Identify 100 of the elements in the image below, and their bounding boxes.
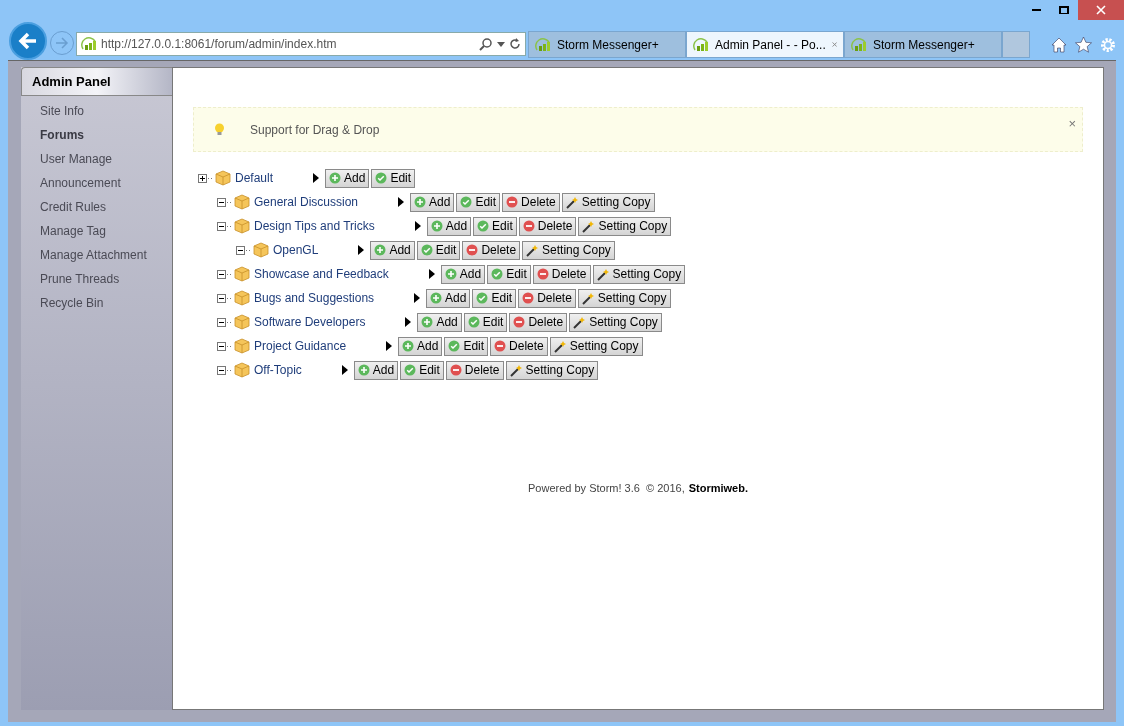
signal-bars-icon: [81, 37, 97, 51]
delete-button[interactable]: Delete: [445, 360, 504, 380]
plus-icon: [414, 196, 427, 208]
collapse-icon[interactable]: [217, 365, 232, 375]
collapse-icon[interactable]: [217, 341, 232, 351]
add-button[interactable]: Add: [417, 312, 462, 332]
forum-link[interactable]: Software Developers: [254, 313, 366, 331]
copy-button[interactable]: Setting Copy: [578, 216, 672, 236]
collapse-icon[interactable]: [217, 293, 232, 303]
sidebar-item[interactable]: Manage Attachment: [21, 243, 172, 267]
caret-icon[interactable]: [313, 173, 320, 183]
caret-icon[interactable]: [414, 293, 421, 303]
copy-button[interactable]: Setting Copy: [522, 240, 615, 260]
add-button[interactable]: Add: [325, 168, 370, 188]
footer-link[interactable]: Stormiweb.: [688, 480, 748, 497]
edit-button[interactable]: Edit: [416, 240, 461, 260]
add-button[interactable]: Add: [370, 240, 415, 260]
delete-button[interactable]: Delete: [518, 288, 576, 308]
delete-button[interactable]: Delete: [462, 240, 521, 260]
package-icon: [234, 362, 250, 378]
edit-button[interactable]: Edit: [371, 168, 416, 188]
search-icon[interactable]: [479, 37, 493, 51]
collapse-icon[interactable]: [217, 221, 232, 231]
forum-link[interactable]: Default: [235, 169, 274, 187]
browser-tab[interactable]: Storm Messenger+: [528, 31, 686, 58]
edit-button[interactable]: Edit: [487, 264, 531, 284]
refresh-icon[interactable]: [509, 38, 521, 50]
caret-icon[interactable]: [386, 341, 393, 351]
expand-icon[interactable]: [198, 173, 213, 183]
collapse-icon[interactable]: [217, 269, 232, 279]
delete-button[interactable]: Delete: [490, 336, 548, 356]
sidebar-item[interactable]: Prune Threads: [21, 267, 172, 291]
collapse-icon[interactable]: [217, 317, 232, 327]
forum-link[interactable]: Off-Topic: [254, 361, 302, 379]
edit-button[interactable]: Edit: [472, 288, 517, 308]
forum-link[interactable]: Design Tips and Tricks: [254, 217, 375, 235]
magic-wand-icon: [553, 339, 567, 353]
address-bar[interactable]: http://127.0.0.1:8061/forum/admin/index.htm: [76, 32, 526, 56]
sidebar-item[interactable]: Recycle Bin: [21, 291, 172, 315]
magic-wand-icon: [582, 219, 596, 233]
caret-icon[interactable]: [414, 221, 421, 231]
check-icon: [476, 292, 489, 304]
minus-icon: [494, 340, 507, 352]
edit-button[interactable]: Edit: [473, 216, 517, 236]
plus-icon: [329, 172, 342, 184]
copy-button[interactable]: Setting Copy: [592, 264, 686, 284]
package-icon: [234, 266, 250, 282]
browser-tab[interactable]: Storm Messenger+: [844, 31, 1002, 58]
sidebar-item[interactable]: Site Info: [21, 99, 172, 123]
add-button[interactable]: Add: [410, 192, 455, 212]
edit-button[interactable]: Edit: [444, 336, 489, 356]
minus-icon: [466, 244, 479, 256]
copy-button[interactable]: Setting Copy: [549, 336, 643, 356]
collapse-icon[interactable]: [217, 197, 232, 207]
back-button[interactable]: [9, 22, 47, 60]
minus-icon: [522, 220, 535, 232]
delete-button[interactable]: Delete: [502, 192, 560, 212]
close-notice-button[interactable]: ×: [1068, 114, 1076, 134]
forum-link[interactable]: Bugs and Suggestions: [254, 289, 375, 307]
sidebar-item[interactable]: Announcement: [21, 171, 172, 195]
add-button[interactable]: Add: [426, 216, 472, 236]
forum-link[interactable]: Showcase and Feedback: [254, 265, 389, 283]
sidebar-item[interactable]: User Manage: [21, 147, 172, 171]
copy-button[interactable]: Setting Copy: [577, 288, 671, 308]
add-button[interactable]: Add: [398, 336, 443, 356]
magic-wand-icon: [596, 267, 610, 281]
copy-button[interactable]: Setting Copy: [505, 360, 599, 380]
dropdown-caret-icon[interactable]: [497, 41, 505, 47]
add-button[interactable]: Add: [426, 288, 471, 308]
plus-icon: [444, 268, 457, 280]
add-button[interactable]: Add: [440, 264, 486, 284]
sidebar-item[interactable]: Forums: [21, 123, 172, 147]
forum-link[interactable]: Project Guidance: [254, 337, 347, 355]
magic-wand-icon: [573, 315, 587, 329]
delete-button[interactable]: Delete: [532, 264, 591, 284]
caret-icon[interactable]: [358, 245, 365, 255]
caret-icon[interactable]: [405, 317, 412, 327]
edit-button[interactable]: Edit: [400, 360, 444, 380]
close-icon: [1096, 5, 1106, 15]
edit-button[interactable]: Edit: [456, 192, 501, 212]
sidebar-item[interactable]: Credit Rules: [21, 195, 172, 219]
browser-tab[interactable]: Admin Panel - - Po...: [686, 31, 844, 58]
forum-link[interactable]: OpenGL: [273, 241, 319, 259]
package-icon: [234, 314, 250, 330]
home-icon[interactable]: [1051, 37, 1067, 53]
copy-button[interactable]: Setting Copy: [561, 192, 655, 212]
delete-button[interactable]: Delete: [509, 312, 568, 332]
collapse-icon[interactable]: [236, 245, 251, 255]
sidebar-item[interactable]: Manage Tag: [21, 219, 172, 243]
delete-button[interactable]: Delete: [518, 216, 577, 236]
forum-link[interactable]: General Discussion: [254, 193, 359, 211]
star-icon[interactable]: [1075, 37, 1092, 53]
caret-icon[interactable]: [341, 365, 348, 375]
caret-icon[interactable]: [398, 197, 405, 207]
copy-button[interactable]: Setting Copy: [569, 312, 662, 332]
check-icon: [460, 196, 473, 208]
check-icon: [448, 340, 461, 352]
edit-button[interactable]: Edit: [463, 312, 508, 332]
caret-icon[interactable]: [428, 269, 435, 279]
add-button[interactable]: Add: [353, 360, 399, 380]
